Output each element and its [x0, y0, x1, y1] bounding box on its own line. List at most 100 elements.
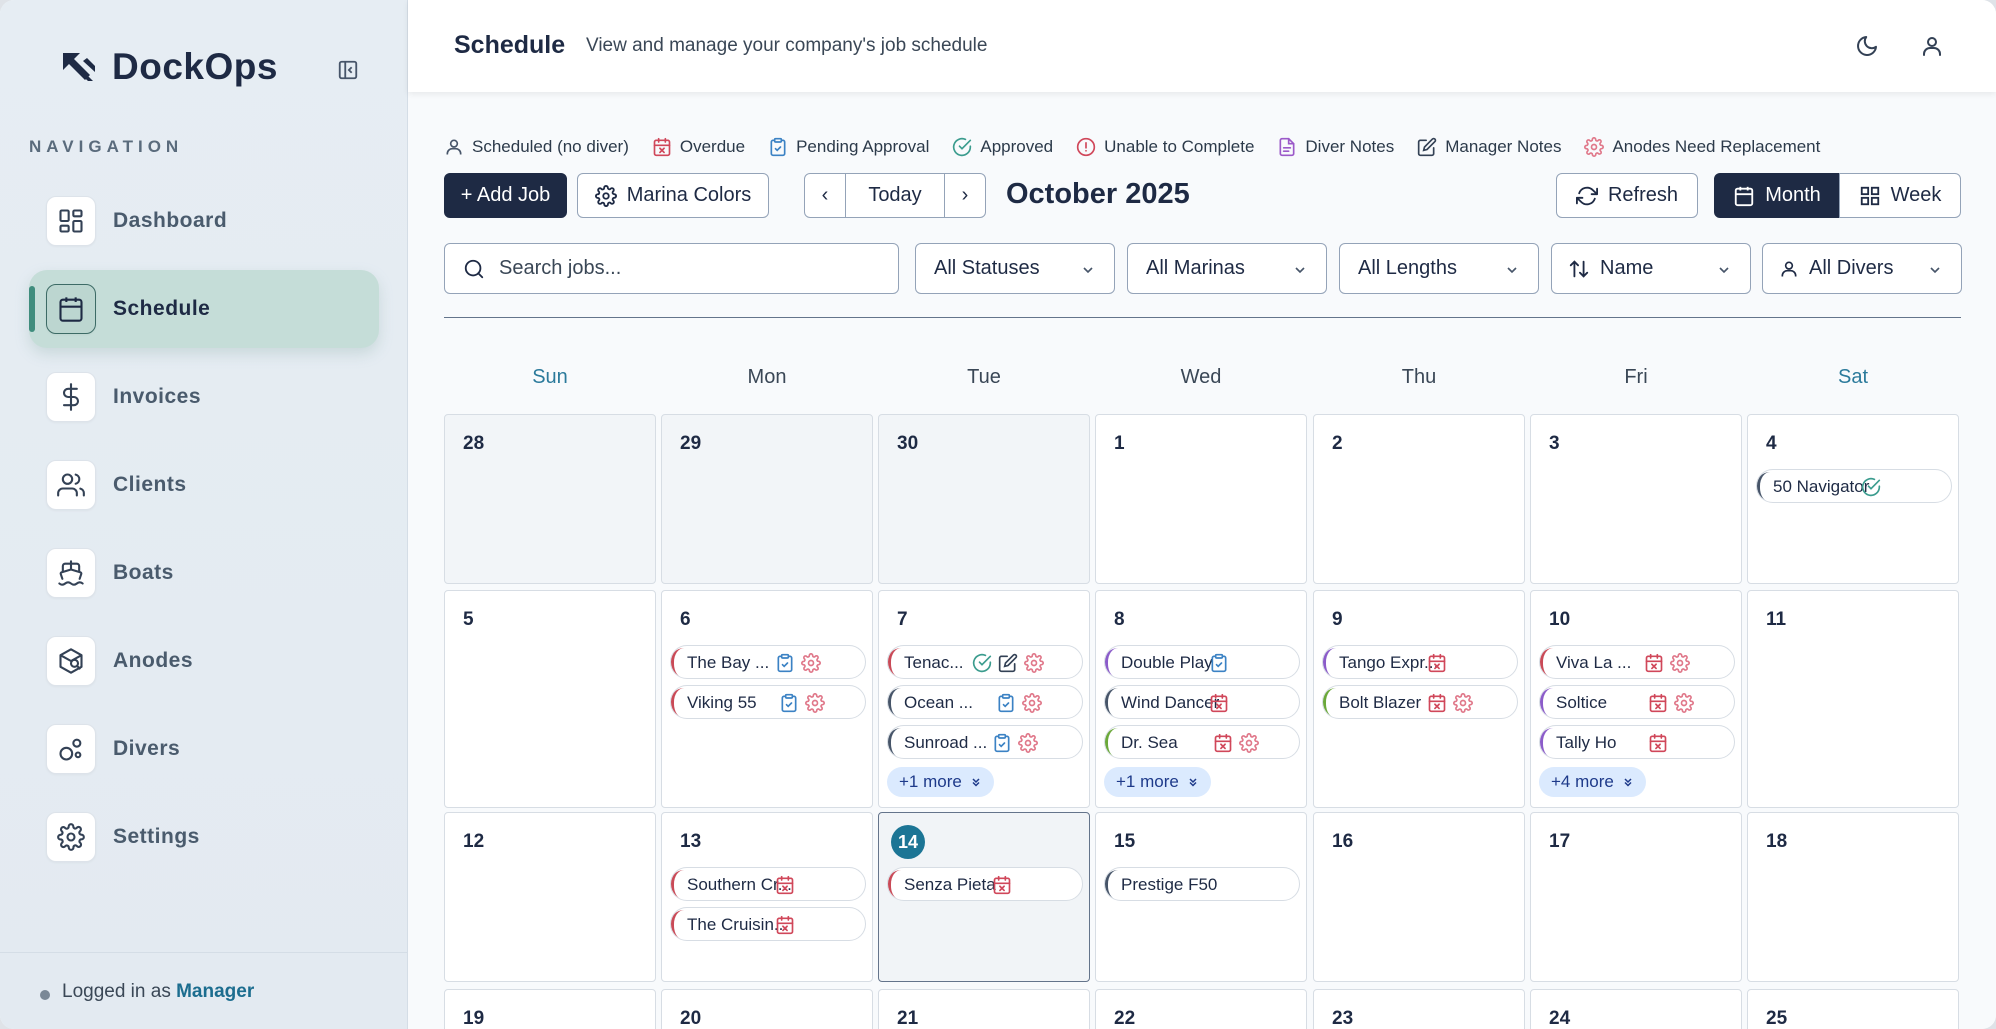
calendar-day-cell[interactable]: 6 The Bay ... Viking 55	[661, 590, 873, 808]
day-number: 18	[1766, 831, 1788, 852]
today-button[interactable]: Today	[845, 173, 945, 218]
legend-item: Approved	[952, 137, 1053, 157]
job-pill[interactable]: Senza Pieta	[887, 867, 1083, 901]
calendar-day-cell[interactable]: 19	[444, 989, 656, 1029]
calendar-day-cell[interactable]: 7 Tenac... Ocean ... Sunroad ... +1 more	[878, 590, 1090, 808]
calendar-day-cell[interactable]: 4 50 Navigator	[1747, 414, 1959, 584]
job-pill[interactable]: Ocean ...	[887, 685, 1083, 719]
marina-colors-button[interactable]: Marina Colors	[577, 173, 769, 218]
job-pill[interactable]: Dr. Sea	[1104, 725, 1300, 759]
job-pill[interactable]: Wind Dancer	[1104, 685, 1300, 719]
calendar-day-cell[interactable]: 18	[1747, 812, 1959, 982]
week-view-button[interactable]: Week	[1839, 173, 1961, 218]
calendar-day-cell[interactable]: 3	[1530, 414, 1742, 584]
user-role[interactable]: Manager	[176, 981, 254, 1002]
job-pill[interactable]: 50 Navigator	[1756, 469, 1952, 503]
diver-filter-select[interactable]: All Divers	[1762, 243, 1962, 294]
theme-toggle-button[interactable]	[1853, 32, 1881, 60]
calendar-day-cell[interactable]: 14 Senza Pieta	[878, 812, 1090, 982]
calendar-day-cell[interactable]: 24	[1530, 989, 1742, 1029]
dockops-logo-icon	[63, 53, 95, 81]
brand[interactable]: DockOps	[60, 46, 278, 88]
calendar-day-cell[interactable]: 25	[1747, 989, 1959, 1029]
sidebar-item-divers[interactable]: Divers	[29, 710, 379, 788]
marina-filter-select[interactable]: All Marinas	[1127, 243, 1327, 294]
refresh-icon	[1575, 186, 1598, 205]
month-view-button[interactable]: Month	[1714, 173, 1840, 218]
show-more-button[interactable]: +4 more	[1539, 767, 1646, 797]
day-number: 13	[680, 831, 702, 852]
job-pill[interactable]: Double Play	[1104, 645, 1300, 679]
search-box[interactable]	[444, 243, 899, 294]
clipboard-icon	[1209, 653, 1229, 673]
sidebar-item-anodes[interactable]: Anodes	[29, 622, 379, 700]
active-indicator	[29, 286, 35, 332]
day-number: 22	[1114, 1008, 1136, 1029]
calendar-day-cell[interactable]: 9 Tango Expr... Bolt Blazer	[1313, 590, 1525, 808]
job-pill[interactable]: Soltice	[1539, 685, 1735, 719]
job-status-icons	[1427, 693, 1473, 713]
show-more-button[interactable]: +1 more	[887, 767, 994, 797]
calendar-day-cell[interactable]: 22	[1095, 989, 1307, 1029]
sidebar-item-schedule[interactable]: Schedule	[29, 270, 379, 348]
job-status-icons	[775, 875, 795, 895]
sidebar-item-label: Clients	[113, 473, 187, 496]
calendar-day-cell[interactable]: 29	[661, 414, 873, 584]
alert-circle-icon	[1076, 137, 1096, 157]
moon-icon	[1857, 36, 1877, 56]
calendar-day-cell[interactable]: 23	[1313, 989, 1525, 1029]
calendar-day-cell[interactable]: 5	[444, 590, 656, 808]
calendar-day-cell[interactable]: 15 Prestige F50	[1095, 812, 1307, 982]
calendar-day-cell[interactable]: 17	[1530, 812, 1742, 982]
job-pill[interactable]: Viking 55	[670, 685, 866, 719]
calendar-day-cell[interactable]: 16	[1313, 812, 1525, 982]
calendar-day-cell[interactable]: 20	[661, 989, 873, 1029]
calendar-day-cell[interactable]: 8 Double Play Wind Dancer Dr. Sea +1 mor…	[1095, 590, 1307, 808]
refresh-button[interactable]: Refresh	[1556, 173, 1698, 218]
weekday-header: Mon	[747, 366, 787, 388]
job-pill[interactable]: Tango Expr...	[1322, 645, 1518, 679]
job-pill[interactable]: Bolt Blazer	[1322, 685, 1518, 719]
job-pill[interactable]: The Cruisin...	[670, 907, 866, 941]
collapse-sidebar-button[interactable]	[334, 56, 362, 84]
job-status-icons	[1209, 693, 1229, 713]
marina-color-bar	[1757, 472, 1770, 502]
calendar-day-cell[interactable]: 1	[1095, 414, 1307, 584]
sidebar-item-clients[interactable]: Clients	[29, 446, 379, 524]
chevron-down-icon	[1719, 267, 1729, 274]
previous-month-button[interactable]: ‹	[804, 173, 846, 218]
chevrons-down-icon	[1189, 778, 1197, 787]
calendar-day-cell[interactable]: 11	[1747, 590, 1959, 808]
sort-select[interactable]: Name	[1551, 243, 1751, 294]
job-pill[interactable]: Viva La ...	[1539, 645, 1735, 679]
job-pill[interactable]: Tenac...	[887, 645, 1083, 679]
user-menu-button[interactable]	[1918, 32, 1946, 60]
calendar-day-cell[interactable]: 2	[1313, 414, 1525, 584]
job-name: Tenac...	[904, 653, 964, 672]
sidebar-item-settings[interactable]: Settings	[29, 798, 379, 876]
calendar-day-cell[interactable]: 28	[444, 414, 656, 584]
job-pill[interactable]: Southern Cr...	[670, 867, 866, 901]
length-filter-select[interactable]: All Lengths	[1339, 243, 1539, 294]
add-job-button[interactable]: + Add Job	[444, 173, 567, 218]
job-pill[interactable]: Sunroad ...	[887, 725, 1083, 759]
calendar-day-cell[interactable]: 13 Southern Cr... The Cruisin...	[661, 812, 873, 982]
job-pill[interactable]: The Bay ...	[670, 645, 866, 679]
anode-icon	[46, 636, 96, 686]
sidebar-item-invoices[interactable]: Invoices	[29, 358, 379, 436]
calendar-day-cell[interactable]: 21	[878, 989, 1090, 1029]
calendar-day-cell[interactable]: 12	[444, 812, 656, 982]
sidebar-item-dashboard[interactable]: Dashboard	[29, 182, 379, 260]
day-number: 12	[463, 831, 485, 852]
sidebar-item-boats[interactable]: Boats	[29, 534, 379, 612]
job-pill[interactable]: Tally Ho	[1539, 725, 1735, 759]
calendar-day-cell[interactable]: 30	[878, 414, 1090, 584]
job-name: The Cruisin...	[687, 915, 789, 934]
show-more-button[interactable]: +1 more	[1104, 767, 1211, 797]
search-input[interactable]	[499, 257, 879, 280]
status-filter-select[interactable]: All Statuses	[915, 243, 1115, 294]
calendar-day-cell[interactable]: 10 Viva La ... Soltice Tally Ho +4 more	[1530, 590, 1742, 808]
users-icon	[46, 460, 96, 510]
next-month-button[interactable]: ›	[944, 173, 986, 218]
job-pill[interactable]: Prestige F50	[1104, 867, 1300, 901]
